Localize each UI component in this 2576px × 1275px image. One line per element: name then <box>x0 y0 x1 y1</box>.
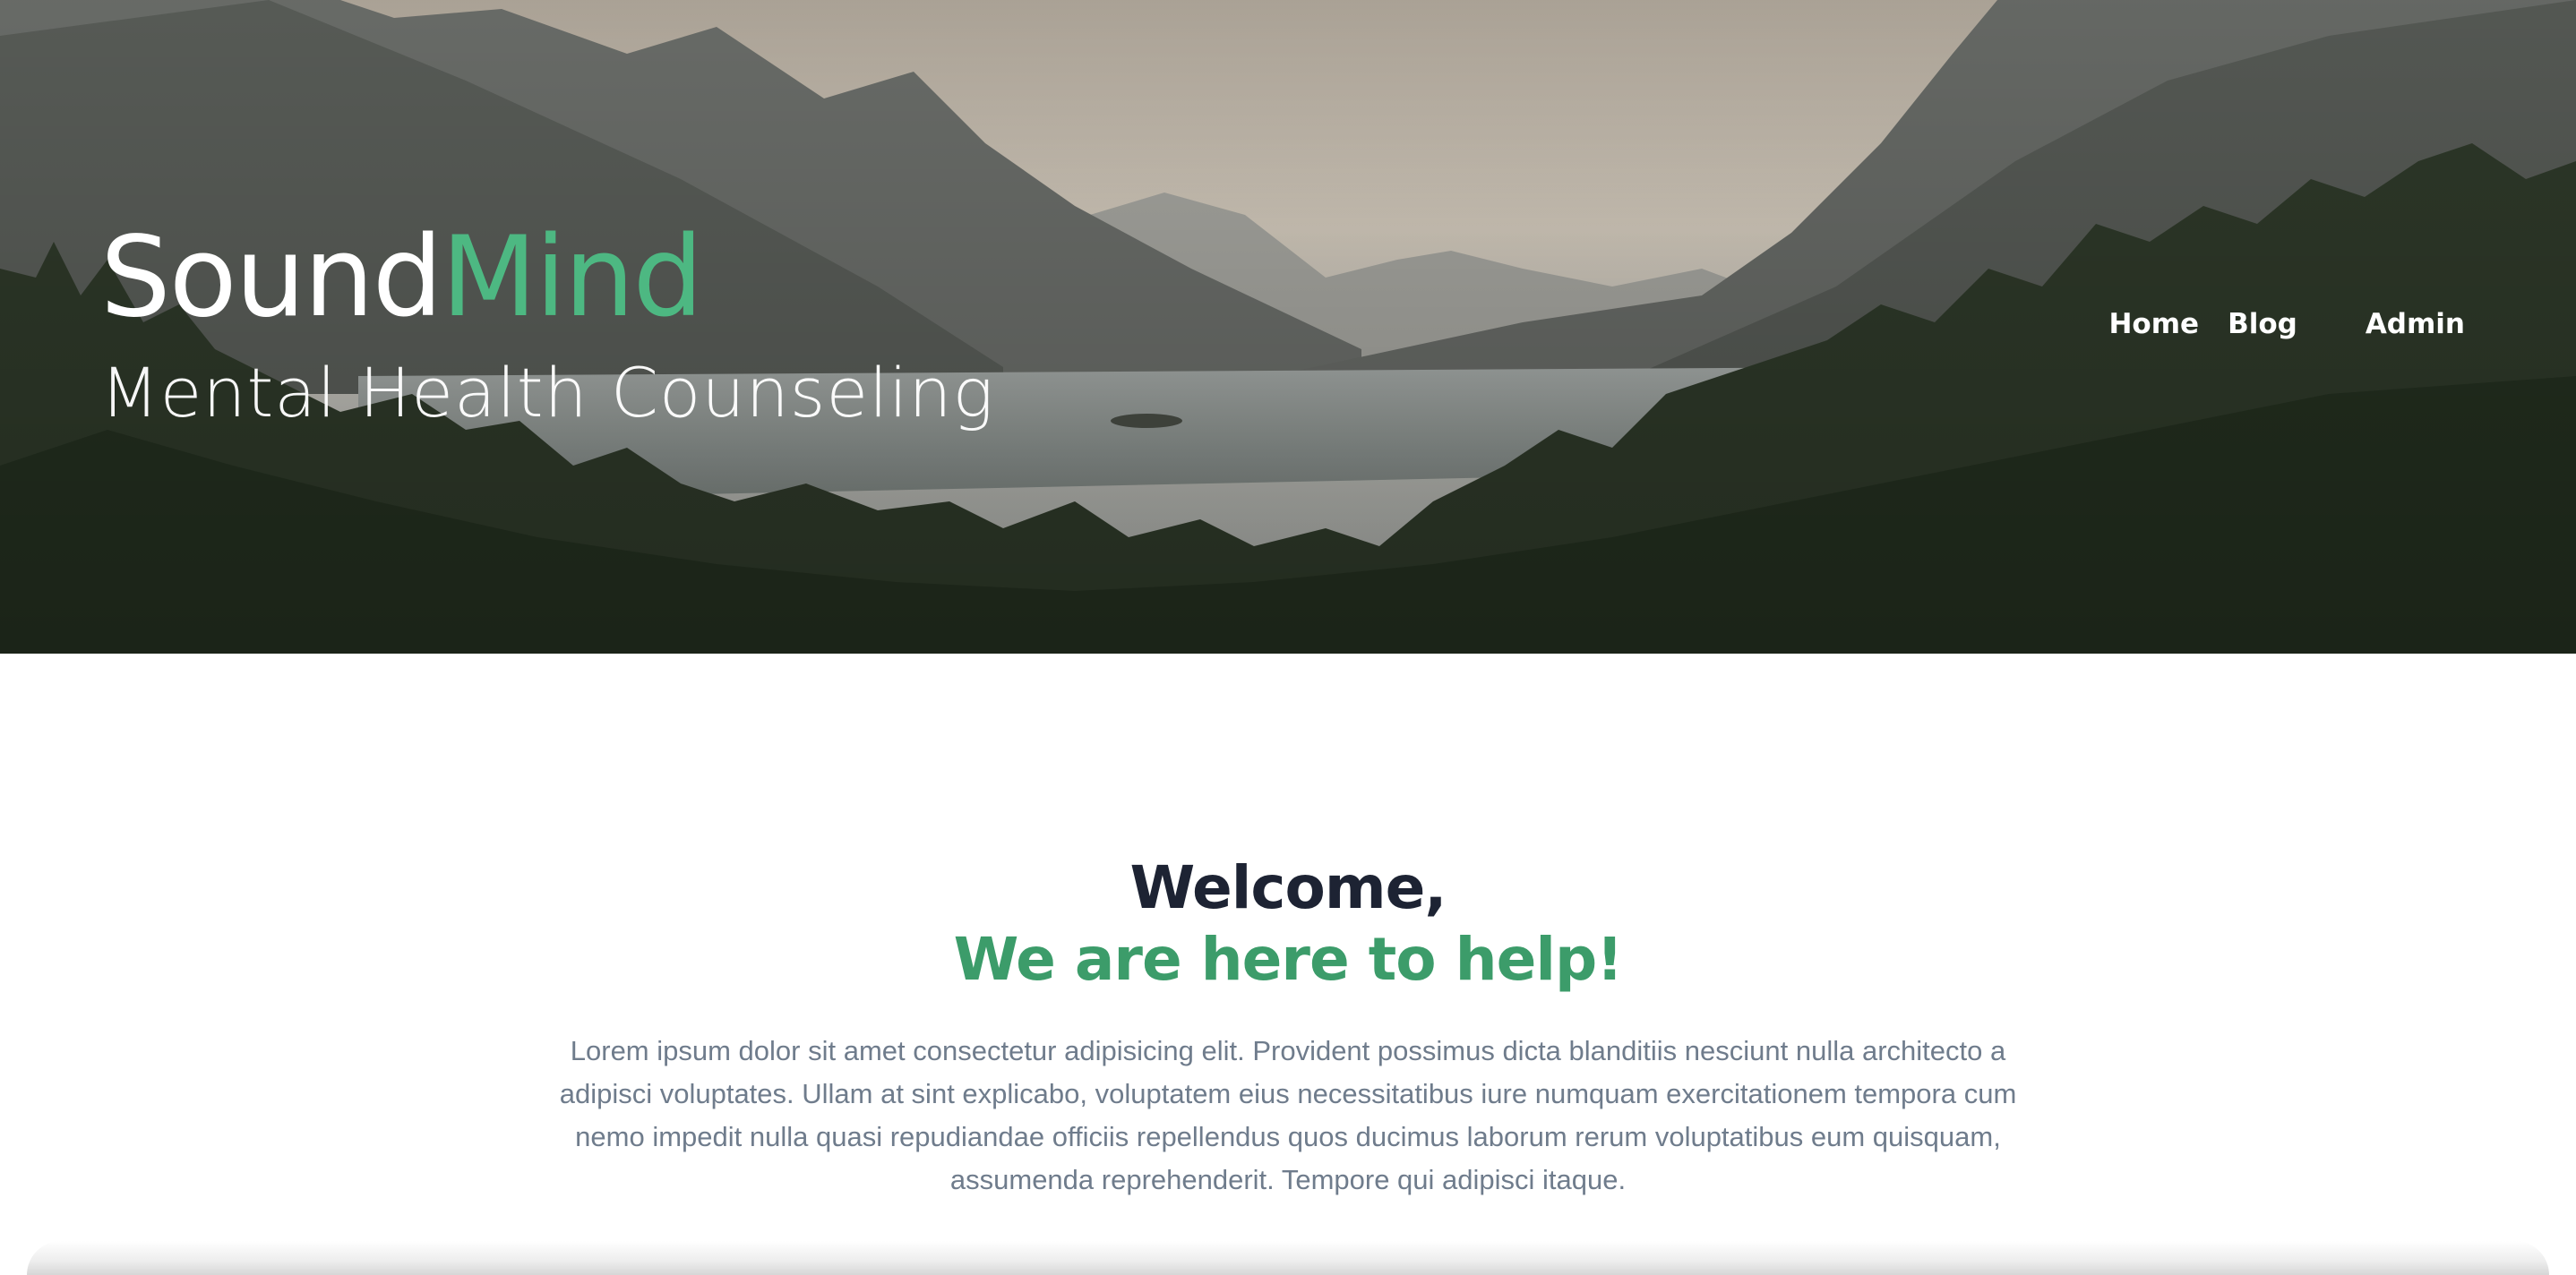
main-nav: Home Blog Admin <box>2108 308 2465 340</box>
nav-home-link[interactable]: Home <box>2108 308 2199 340</box>
welcome-heading: Welcome, <box>1129 853 1447 922</box>
main-content: Welcome, We are here to help! Lorem ipsu… <box>0 654 2576 1275</box>
hero-header: SoundMind Mental Health Counseling Home … <box>0 0 2576 654</box>
nav-blog-link[interactable]: Blog <box>2228 308 2297 340</box>
brand-logo-text[interactable]: SoundMind <box>100 215 994 340</box>
brand-name-part1: Sound <box>100 213 442 342</box>
help-subheading: We are here to help! <box>953 925 1624 994</box>
section-divider-shadow <box>27 1241 2549 1275</box>
brand: SoundMind Mental Health Counseling <box>100 215 994 433</box>
brand-tagline: Mental Health Counseling <box>100 353 995 432</box>
intro-paragraph: Lorem ipsum dolor sit amet consectetur a… <box>559 1035 2017 1195</box>
nav-admin-link[interactable]: Admin <box>2366 308 2465 340</box>
brand-name-part2: Mind <box>441 213 703 342</box>
